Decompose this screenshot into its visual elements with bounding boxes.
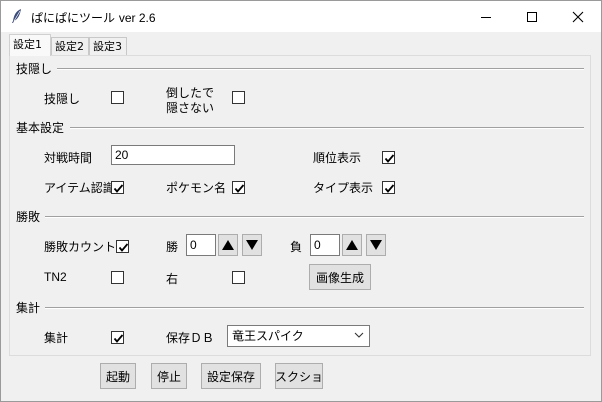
battle-time-input[interactable]: 20 xyxy=(111,145,235,165)
section-winloss: 勝敗 xyxy=(10,208,592,225)
checkmark-icon xyxy=(384,154,395,163)
checkmark-icon xyxy=(384,184,395,193)
win-count-input[interactable]: 0 xyxy=(186,234,216,256)
settings-panel: 技隠し 技隠し 倒したで 隠さない 基本設定 対戦時間 20 順位表示 アイテム… xyxy=(9,55,591,356)
generate-image-button[interactable]: 画像生成 xyxy=(309,264,371,290)
item-recognition-label: アイテム認識 xyxy=(44,181,115,195)
type-display-checkbox[interactable] xyxy=(382,181,395,194)
win-increment-button[interactable] xyxy=(218,234,238,256)
win-label: 勝 xyxy=(166,240,179,254)
feather-icon xyxy=(12,9,21,23)
hide-checkbox[interactable] xyxy=(111,91,124,104)
up-arrow-icon xyxy=(222,240,234,250)
tn2-label: TN2 xyxy=(44,270,67,284)
hide-label: 技隠し xyxy=(44,92,81,106)
section-divider xyxy=(43,307,584,309)
battle-time-label: 対戦時間 xyxy=(44,151,93,165)
section-divider xyxy=(56,68,584,70)
title-app-name: ぱにぱにツール xyxy=(31,11,116,25)
section-basic: 基本設定 xyxy=(10,119,592,136)
pokemon-name-label: ポケモン名 xyxy=(166,181,227,195)
up-arrow-icon xyxy=(346,240,358,250)
not-hide-label-line2: 隠さない xyxy=(166,101,215,115)
not-hide-checkbox[interactable] xyxy=(232,91,245,104)
section-hide: 技隠し xyxy=(10,60,592,77)
tab-settings-2[interactable]: 設定2 xyxy=(51,37,89,55)
screenshot-button[interactable]: スクショ xyxy=(275,363,323,389)
close-button[interactable] xyxy=(555,1,601,32)
type-display-label: タイプ表示 xyxy=(313,181,374,195)
save-db-value: 竜王スパイク xyxy=(232,329,304,343)
save-db-select[interactable]: 竜王スパイク xyxy=(227,325,370,347)
tally-label: 集計 xyxy=(44,331,69,345)
right-label: 右 xyxy=(166,272,179,286)
section-hide-title: 技隠し xyxy=(16,60,58,77)
save-db-label: 保存ＤＢ xyxy=(166,331,215,345)
section-basic-title: 基本設定 xyxy=(16,119,70,136)
tab-settings-1[interactable]: 設定1 xyxy=(9,34,51,56)
tab-settings-3[interactable]: 設定3 xyxy=(89,37,127,55)
checkmark-icon xyxy=(113,184,124,193)
tn2-checkbox[interactable] xyxy=(111,271,124,284)
section-tally-title: 集計 xyxy=(16,299,46,316)
tn2-label-text: TN2 xyxy=(44,270,67,284)
down-arrow-icon xyxy=(370,240,382,250)
section-divider xyxy=(70,127,584,129)
right-checkbox[interactable] xyxy=(232,271,245,284)
stop-button[interactable]: 停止 xyxy=(151,363,187,389)
section-divider xyxy=(43,216,584,218)
chevron-down-icon xyxy=(354,332,364,338)
minimize-icon xyxy=(481,16,491,18)
maximize-icon xyxy=(527,11,537,22)
checkmark-icon xyxy=(118,243,129,252)
window-title: ぱにぱにツール ver 2.6 xyxy=(31,9,156,26)
save-settings-button[interactable]: 設定保存 xyxy=(201,363,261,389)
item-recognition-checkbox[interactable] xyxy=(111,181,124,194)
checkmark-icon xyxy=(234,184,245,193)
loss-increment-button[interactable] xyxy=(342,234,362,256)
section-winloss-title: 勝敗 xyxy=(16,208,46,225)
win-decrement-button[interactable] xyxy=(242,234,262,256)
loss-label: 負 xyxy=(290,240,303,254)
app-window: ぱにぱにツール ver 2.6 設定1 設定2 設定3 技隠し 技隠し 倒したで… xyxy=(0,0,602,402)
winloss-count-label: 勝敗カウント xyxy=(44,240,117,254)
pokemon-name-checkbox[interactable] xyxy=(232,181,245,194)
title-bar[interactable]: ぱにぱにツール ver 2.6 xyxy=(1,1,601,32)
loss-count-input[interactable]: 0 xyxy=(310,234,340,256)
loss-decrement-button[interactable] xyxy=(366,234,386,256)
rank-display-checkbox[interactable] xyxy=(382,151,395,164)
rank-display-label: 順位表示 xyxy=(313,151,362,165)
maximize-button[interactable] xyxy=(509,1,555,32)
checkmark-icon xyxy=(113,334,124,343)
start-button[interactable]: 起動 xyxy=(100,363,136,389)
section-tally: 集計 xyxy=(10,299,592,316)
close-icon xyxy=(572,11,584,22)
title-version: ver 2.6 xyxy=(118,11,156,25)
down-arrow-icon xyxy=(246,240,258,250)
minimize-button[interactable] xyxy=(463,1,509,32)
tally-checkbox[interactable] xyxy=(111,331,124,344)
winloss-count-checkbox[interactable] xyxy=(116,240,129,253)
